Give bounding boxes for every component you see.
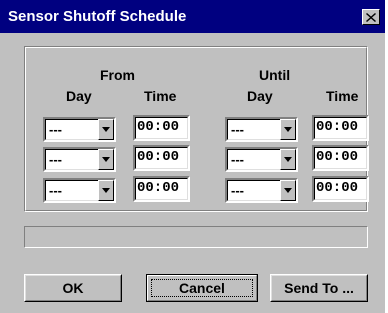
until-day-dropdown-button-2[interactable]: [280, 149, 296, 170]
from-time-header: Time: [144, 88, 177, 104]
until-day-select-2[interactable]: ---: [225, 147, 298, 172]
from-day-select-2[interactable]: ---: [43, 147, 116, 172]
from-time-input-2[interactable]: [137, 149, 185, 165]
until-time-field-1[interactable]: [312, 115, 369, 141]
until-time-field-3[interactable]: [312, 176, 369, 202]
from-day-value-1: ---: [49, 122, 62, 137]
from-time-field-3[interactable]: [133, 176, 190, 202]
chevron-down-icon: [102, 188, 110, 193]
from-day-header: Day: [66, 88, 92, 104]
chevron-down-icon: [284, 188, 292, 193]
chevron-down-icon: [284, 127, 292, 132]
from-day-value-3: ---: [49, 183, 62, 198]
from-day-value-2: ---: [49, 152, 62, 167]
until-day-select-3[interactable]: ---: [225, 178, 298, 203]
until-time-header: Time: [326, 88, 359, 104]
window-title: Sensor Shutoff Schedule: [8, 8, 187, 25]
until-time-input-3[interactable]: [316, 180, 364, 196]
chevron-down-icon: [102, 127, 110, 132]
until-time-input-2[interactable]: [316, 149, 364, 165]
from-day-select-1[interactable]: ---: [43, 117, 116, 142]
from-day-dropdown-button-1[interactable]: [98, 119, 114, 140]
ok-button[interactable]: OK: [24, 274, 122, 302]
close-button[interactable]: [362, 9, 380, 25]
from-day-dropdown-button-3[interactable]: [98, 180, 114, 201]
from-day-select-3[interactable]: ---: [43, 178, 116, 203]
until-day-value-1: ---: [231, 122, 244, 137]
status-bar: [24, 226, 368, 248]
until-time-field-2[interactable]: [312, 145, 369, 171]
from-header: From: [100, 67, 135, 83]
from-time-field-1[interactable]: [133, 115, 190, 141]
from-time-input-3[interactable]: [137, 180, 185, 196]
cancel-button-label: Cancel: [179, 280, 225, 296]
from-time-input-1[interactable]: [137, 119, 185, 135]
from-time-field-2[interactable]: [133, 145, 190, 171]
until-day-value-3: ---: [231, 183, 244, 198]
until-header: Until: [259, 67, 291, 83]
until-day-value-2: ---: [231, 152, 244, 167]
until-day-dropdown-button-3[interactable]: [280, 180, 296, 201]
until-day-dropdown-button-1[interactable]: [280, 119, 296, 140]
until-day-select-1[interactable]: ---: [225, 117, 298, 142]
schedule-group: From Until Day Time Day Time --- ---: [24, 46, 369, 212]
from-day-dropdown-button-2[interactable]: [98, 149, 114, 170]
until-time-input-1[interactable]: [316, 119, 364, 135]
send-to-button-label: Send To ...: [284, 280, 354, 296]
ok-button-label: OK: [62, 280, 84, 296]
cancel-button[interactable]: Cancel: [146, 274, 258, 302]
until-day-header: Day: [247, 88, 273, 104]
dialog-window: Sensor Shutoff Schedule From Until Day T…: [0, 0, 385, 313]
send-to-button[interactable]: Send To ...: [270, 274, 368, 302]
close-icon: [366, 12, 376, 22]
title-bar[interactable]: Sensor Shutoff Schedule: [0, 0, 385, 33]
chevron-down-icon: [102, 157, 110, 162]
chevron-down-icon: [284, 157, 292, 162]
